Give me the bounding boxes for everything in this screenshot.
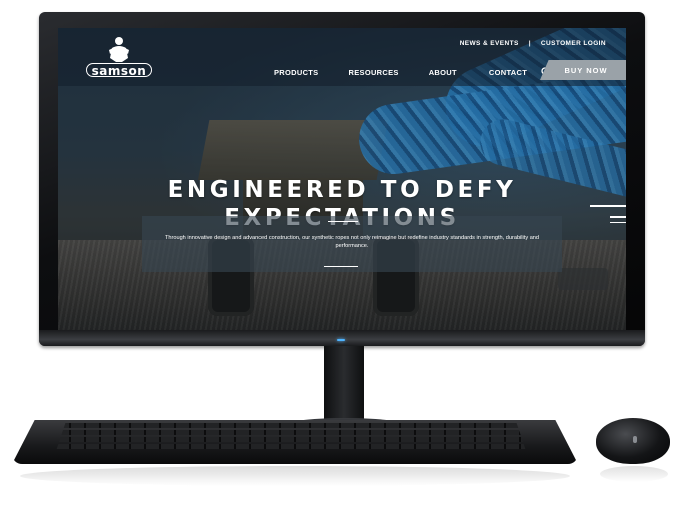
main-nav: PRODUCTS RESOURCES ABOUT CONTACT (274, 67, 551, 77)
samson-figure-icon (109, 37, 129, 62)
hero-subtitle: Through innovative design and advanced c… (164, 235, 540, 250)
title-rule (590, 205, 626, 207)
nav-item-products[interactable]: PRODUCTS (274, 68, 319, 77)
logo-text: samson (86, 63, 152, 78)
menu-lines-icon[interactable] (610, 216, 626, 228)
utility-nav: NEWS & EVENTS | CUSTOMER LOGIN (460, 40, 606, 47)
nav-item-contact[interactable]: CONTACT (489, 68, 527, 77)
hero-divider (324, 266, 358, 267)
power-led (337, 339, 345, 341)
hero-divider (328, 221, 358, 222)
customer-login-link[interactable]: CUSTOMER LOGIN (541, 40, 606, 47)
website-screen: samson NEWS & EVENTS | CUSTOMER LOGIN PR… (58, 28, 626, 330)
mouse-wheel (633, 436, 637, 443)
nav-item-resources[interactable]: RESOURCES (349, 68, 399, 77)
monitor-bezel (39, 330, 645, 346)
news-events-link[interactable]: NEWS & EVENTS (460, 40, 519, 47)
nav-item-about[interactable]: ABOUT (429, 68, 457, 77)
mouse-reflection (600, 466, 668, 482)
monitor: samson NEWS & EVENTS | CUSTOMER LOGIN PR… (39, 12, 645, 346)
nav-separator: | (528, 40, 531, 47)
buy-now-button[interactable]: BUY NOW (540, 60, 626, 80)
keyboard-keys (56, 423, 526, 451)
site-header: samson NEWS & EVENTS | CUSTOMER LOGIN PR… (58, 28, 626, 86)
keyboard-reflection (20, 466, 570, 486)
samson-logo[interactable]: samson (86, 36, 152, 80)
monitor-stand (324, 346, 364, 426)
